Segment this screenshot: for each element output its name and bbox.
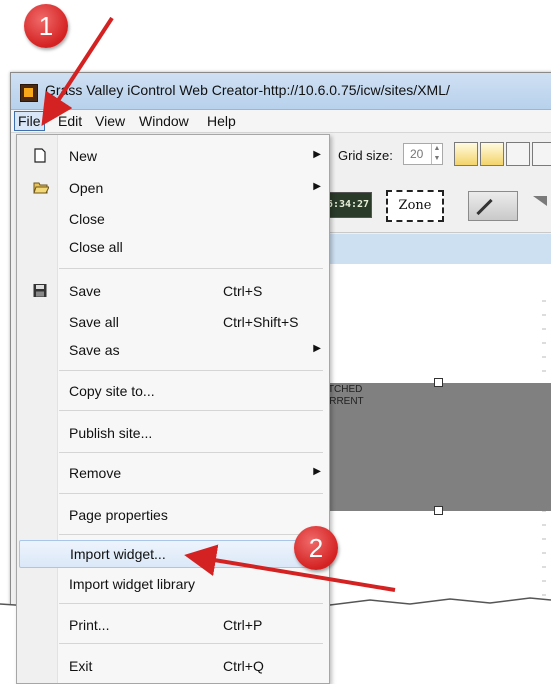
menu-item-label: Page properties	[69, 507, 168, 523]
menu-item-label: Import widget library	[69, 576, 196, 592]
menu-item-label: Save as	[69, 342, 120, 358]
menu-item-close-all[interactable]: Close all	[19, 234, 325, 260]
resize-handle-top[interactable]	[434, 378, 443, 387]
page-tab-strip	[318, 234, 551, 264]
menu-item-save-as[interactable]: Save as ▶	[19, 337, 325, 363]
spin-arrows-icon[interactable]: ▲ ▼	[431, 144, 442, 164]
menu-window[interactable]: Window	[139, 113, 189, 129]
menu-separator	[59, 534, 323, 535]
step-1-badge: 1	[24, 4, 68, 48]
menu-item-print[interactable]: Print... Ctrl+P	[19, 612, 325, 638]
menu-edit[interactable]: Edit	[58, 113, 82, 129]
paint-brush-button[interactable]	[468, 191, 518, 221]
menu-item-save-all[interactable]: Save all Ctrl+Shift+S	[19, 309, 325, 335]
align-button[interactable]	[506, 142, 530, 166]
step-2-badge: 2	[294, 526, 338, 570]
menu-separator	[59, 452, 323, 453]
menu-item-label: Remove	[69, 465, 122, 481]
title-bar: Grass Valley iControl Web Creator-http:/…	[11, 73, 551, 110]
bring-front-button[interactable]	[454, 142, 478, 166]
menu-item-publish-site[interactable]: Publish site...	[19, 420, 325, 446]
grid-size-value: 20	[410, 147, 424, 161]
menu-view[interactable]: View	[95, 113, 125, 129]
menu-item-label: New	[69, 148, 98, 164]
submenu-arrow-icon: ▶	[313, 466, 321, 477]
open-folder-icon	[33, 182, 49, 194]
menu-separator	[59, 370, 323, 371]
menu-item-shortcut: Ctrl+S	[223, 283, 263, 299]
grid-size-stepper[interactable]: 20 ▲ ▼	[403, 143, 443, 165]
menu-item-label: Save all	[69, 314, 119, 330]
menu-item-exit[interactable]: Exit Ctrl+Q	[19, 653, 325, 679]
menu-separator	[59, 603, 323, 604]
menu-item-label: Publish site...	[69, 425, 153, 441]
menu-item-shortcut: Ctrl+Shift+S	[223, 314, 299, 330]
menu-help[interactable]: Help	[207, 113, 236, 129]
menu-separator	[59, 643, 323, 644]
new-document-icon	[34, 148, 46, 163]
resize-handle-bottom[interactable]	[434, 506, 443, 515]
menu-item-remove[interactable]: Remove ▶	[19, 460, 325, 486]
menu-bar: File Edit View Window Help	[11, 110, 551, 133]
toolbar-widgets: 6:34:27 Zone	[318, 180, 551, 233]
menu-item-label: Open	[69, 180, 104, 196]
send-back-button[interactable]	[480, 142, 504, 166]
menu-item-import-widget[interactable]: Import widget...	[19, 540, 327, 568]
menu-item-label: Copy site to...	[69, 383, 155, 399]
menu-item-label: Close	[69, 211, 105, 227]
menu-item-new[interactable]: New ▶	[19, 143, 325, 169]
menu-separator	[59, 410, 323, 411]
menu-item-shortcut: Ctrl+P	[223, 617, 263, 633]
clock-widget-button[interactable]: 6:34:27	[324, 192, 372, 218]
window-title: Grass Valley iControl Web Creator-http:/…	[45, 82, 450, 98]
menu-file[interactable]: File	[14, 111, 45, 131]
menu-item-label: Close all	[69, 239, 123, 255]
submenu-arrow-icon: ▶	[313, 181, 321, 192]
menu-item-label: Exit	[69, 658, 93, 674]
menu-item-label: Save	[69, 283, 101, 299]
zone-widget-button[interactable]: Zone	[386, 190, 444, 222]
menu-item-copy-site[interactable]: Copy site to...	[19, 378, 325, 404]
menu-separator	[59, 493, 323, 494]
menu-item-label: Print...	[69, 617, 110, 633]
app-logo-icon	[20, 84, 38, 102]
dropdown-arrow-icon[interactable]	[533, 196, 547, 206]
menu-item-page-properties[interactable]: Page properties	[19, 502, 325, 528]
menu-item-import-widget-library[interactable]: Import widget library	[19, 571, 325, 597]
menu-item-save[interactable]: Save Ctrl+S	[19, 278, 325, 304]
distribute-button[interactable]	[532, 142, 551, 166]
floppy-disk-icon	[33, 284, 47, 297]
menu-item-shortcut: Ctrl+Q	[223, 658, 264, 674]
submenu-arrow-icon: ▶	[313, 343, 321, 354]
submenu-arrow-icon: ▶	[313, 149, 321, 160]
grid-size-label: Grid size:	[338, 148, 393, 163]
menu-item-label: Import widget...	[70, 546, 166, 562]
menu-item-open[interactable]: Open ▶	[19, 175, 325, 201]
menu-separator	[59, 268, 323, 269]
file-menu: New ▶ Open ▶ Close Close all Save Ctrl+S…	[16, 134, 330, 684]
toolbar-grid: Grid size: 20 ▲ ▼	[318, 138, 551, 172]
menu-item-close[interactable]: Close	[19, 206, 325, 232]
